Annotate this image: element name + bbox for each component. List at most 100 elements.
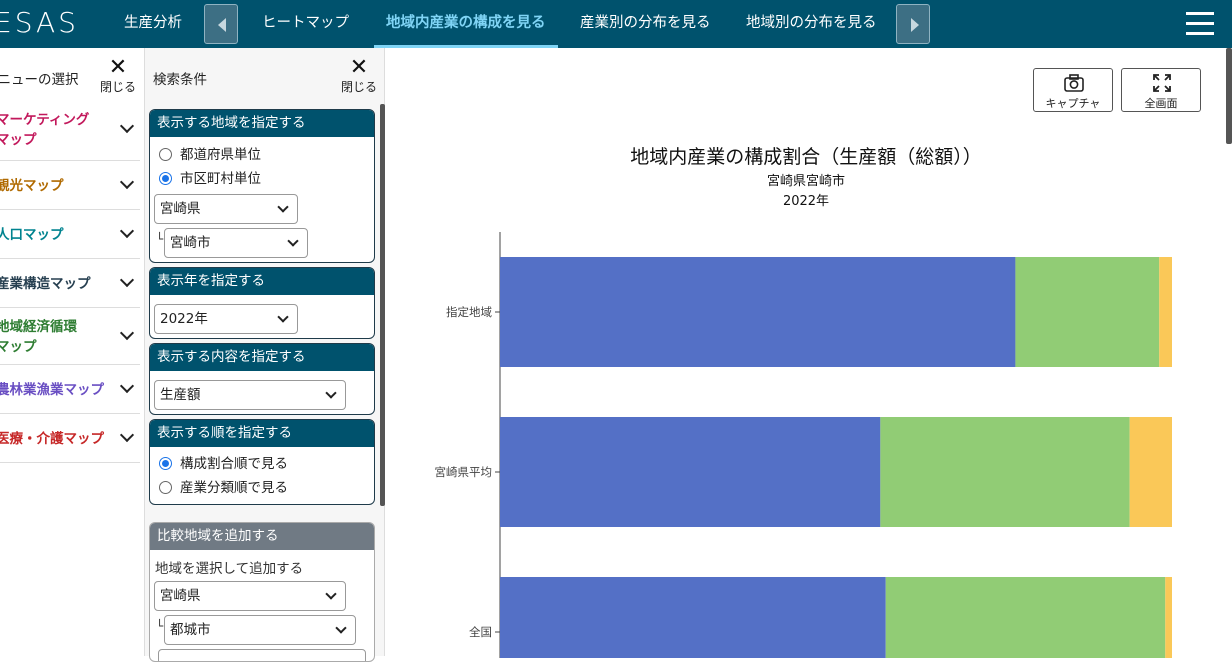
bar-segment-2[interactable]: [1015, 257, 1160, 367]
radio-order-class[interactable]: 産業分類順で見る: [159, 478, 288, 498]
content-heading: 表示する内容を指定する: [150, 344, 374, 371]
bar-segment-2[interactable]: [880, 417, 1130, 527]
chevron-down-icon: [119, 378, 135, 393]
chevron-down-icon: [325, 588, 337, 600]
expand-icon: [1153, 74, 1171, 92]
menu-item[interactable]: 人口マップ: [0, 210, 140, 259]
menu-item[interactable]: 農林業漁業マップ: [0, 365, 140, 414]
radio-label: 産業分類順で見る: [180, 480, 288, 496]
menu-item-label: 医療・介護マップ: [0, 430, 104, 447]
menu-item-label: 人口マップ: [0, 226, 64, 243]
close-label: 閉じる: [99, 80, 136, 94]
search-panel-header: 検索条件 ✕ 閉じる: [145, 48, 384, 98]
order-box: 表示する順を指定する 構成割合順で見る 産業分類順で見る: [149, 419, 375, 505]
bar-segment-3[interactable]: [1165, 577, 1172, 658]
nav-industry-composition[interactable]: 地域内産業の構成を見る: [374, 0, 558, 48]
menu-item[interactable]: 産業構造マップ: [0, 259, 140, 308]
indent-mark: └: [156, 232, 164, 246]
nav-next-button[interactable]: [896, 4, 930, 44]
chevron-down-icon: [119, 118, 135, 133]
bar-segment-1[interactable]: [500, 577, 886, 658]
bar-segment-2[interactable]: [885, 577, 1166, 658]
close-icon: ✕: [349, 55, 369, 80]
radio-checked-icon[interactable]: [159, 172, 172, 185]
menu-item[interactable]: マーケティング マップ: [0, 98, 140, 161]
menu-item-label: 地域経済循環 マップ: [0, 318, 77, 355]
chevron-down-icon: [287, 235, 299, 247]
year-heading: 表示年を指定する: [150, 268, 374, 295]
nav-heatmap[interactable]: ヒートマップ: [262, 0, 349, 48]
radio-city[interactable]: 市区町村単位: [159, 169, 261, 189]
bar-segment-3[interactable]: [1129, 417, 1172, 527]
bar-segment-1[interactable]: [500, 417, 881, 527]
search-panel-scrollbar[interactable]: [380, 104, 385, 506]
capture-button[interactable]: キャプチャ: [1033, 68, 1113, 112]
nav-prev-button[interactable]: [204, 4, 238, 44]
select-value: 宮崎県: [160, 588, 201, 604]
radio-order-ratio[interactable]: 構成割合順で見る: [159, 454, 288, 474]
nav-region-distribution[interactable]: 地域別の分布を見る: [746, 0, 877, 48]
chevron-down-icon: [335, 622, 347, 634]
chevron-down-icon: [277, 311, 289, 323]
menu-close-button[interactable]: ✕ 閉じる: [98, 57, 138, 95]
bar-segment-1[interactable]: [500, 257, 1016, 367]
chart-subtitle: 宮崎県宮崎市: [766, 174, 845, 189]
select-value: 2022年: [160, 311, 208, 327]
capture-label: キャプチャ: [1045, 97, 1101, 110]
prefecture-select[interactable]: 宮崎県: [154, 194, 298, 224]
radio-label: 構成割合順で見る: [180, 456, 288, 472]
region-box: 表示する地域を指定する 都道府県単位 市区町村単位 宮崎県 └ 宮崎市: [149, 109, 375, 263]
indent-mark: └: [156, 619, 164, 633]
y-tick-label: 全国: [469, 625, 492, 639]
hamburger-menu-icon[interactable]: [1186, 12, 1214, 36]
compare-box: 比較地域を追加する 地域を選択して追加する 宮崎県 └ 都城市: [149, 522, 375, 662]
main-scrollbar[interactable]: [1226, 48, 1232, 144]
stacked-bar-chart: 指定地域宮崎県平均全国: [435, 232, 1172, 658]
search-panel-title: 検索条件: [153, 72, 207, 88]
y-tick-label: 指定地域: [446, 305, 492, 319]
menu-panel-header: メニューの選択 ✕ 閉じる: [0, 48, 144, 98]
chart-year: 2022年: [782, 194, 830, 209]
radio-icon[interactable]: [159, 481, 172, 494]
radio-icon[interactable]: [159, 148, 172, 161]
top-bar: ESAS 生産分析 ヒートマップ 地域内産業の構成を見る 産業別の分布を見る 地…: [0, 0, 1232, 48]
menu-item-label: マーケティング マップ: [0, 111, 90, 148]
radio-checked-icon[interactable]: [159, 457, 172, 470]
menu-item-label: 産業構造マップ: [0, 275, 91, 292]
order-heading: 表示する順を指定する: [150, 420, 374, 447]
chart-title: 地域内産業の構成割合（生産額（総額））: [630, 146, 982, 168]
year-select[interactable]: 2022年: [154, 304, 298, 334]
chevron-down-icon: [119, 427, 135, 442]
chevron-down-icon: [277, 201, 289, 213]
radio-prefecture[interactable]: 都道府県単位: [159, 145, 261, 165]
search-close-button[interactable]: ✕ 閉じる: [339, 55, 379, 95]
menu-panel: メニューの選択 ✕ 閉じる マーケティング マップ観光マップ人口マップ産業構造マ…: [0, 48, 145, 656]
y-tick-label: 宮崎県平均: [435, 465, 493, 479]
nav-production-analysis[interactable]: 生産分析: [124, 0, 182, 48]
nav-industry-distribution[interactable]: 産業別の分布を見る: [580, 0, 711, 48]
compare-city-select[interactable]: 都城市: [164, 615, 356, 645]
fullscreen-button[interactable]: 全画面: [1121, 68, 1201, 112]
search-panel: 検索条件 ✕ 閉じる 表示する地域を指定する 都道府県単位 市区町村単位 宮崎県…: [145, 48, 385, 662]
bar-segment-3[interactable]: [1159, 257, 1172, 367]
year-box: 表示年を指定する 2022年: [149, 267, 375, 339]
select-value: 宮崎県: [160, 201, 201, 217]
select-value: 宮崎市: [170, 235, 211, 251]
menu-item[interactable]: 観光マップ: [0, 161, 140, 210]
select-value: 都城市: [170, 622, 211, 638]
content-select[interactable]: 生産額: [154, 380, 346, 410]
compare-heading: 比較地域を追加する: [150, 523, 374, 550]
menu-item-label: 農林業漁業マップ: [0, 381, 104, 398]
menu-panel-title: メニューの選択: [0, 72, 79, 88]
menu-item[interactable]: 地域経済循環 マップ: [0, 308, 140, 365]
chevron-down-icon: [119, 223, 135, 238]
logo[interactable]: ESAS: [0, 6, 79, 39]
compare-prefecture-select[interactable]: 宮崎県: [154, 581, 346, 611]
radio-label: 市区町村単位: [180, 171, 261, 187]
chevron-left-icon: [218, 18, 226, 32]
city-select[interactable]: 宮崎市: [164, 228, 308, 258]
main-chart-area: キャプチャ 全画面 地域内産業の構成割合（生産額（総額）） 宮崎県宮崎市 202…: [386, 48, 1232, 658]
menu-item[interactable]: 医療・介護マップ: [0, 414, 140, 463]
chevron-down-icon: [325, 387, 337, 399]
radio-label: 都道府県単位: [180, 147, 261, 163]
